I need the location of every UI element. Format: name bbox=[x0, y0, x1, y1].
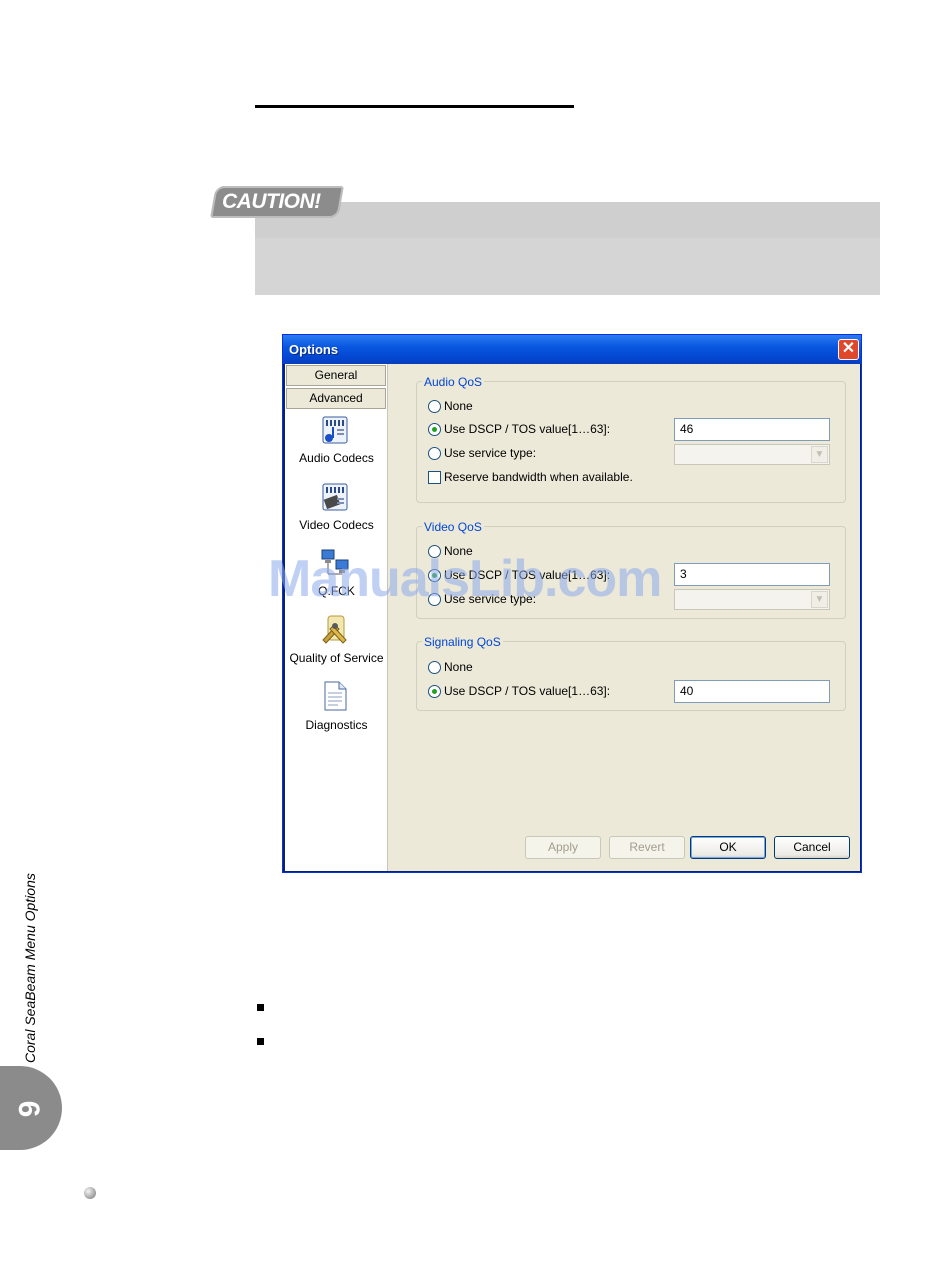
reserve-bandwidth-checkbox[interactable] bbox=[428, 471, 441, 484]
audio-service-select[interactable]: ▼ bbox=[674, 444, 830, 465]
signaling-dscp-radio[interactable] bbox=[428, 685, 441, 698]
footer-dot bbox=[84, 1187, 96, 1199]
ok-button[interactable]: OK bbox=[690, 836, 766, 859]
video-service-select[interactable]: ▼ bbox=[674, 589, 830, 610]
nav-item-video-codecs[interactable]: Video Codecs bbox=[286, 518, 387, 532]
reserve-bandwidth-label: Reserve bandwidth when available. bbox=[444, 470, 633, 484]
chapter-number: 6 bbox=[12, 1100, 45, 1118]
dialog-title: Options bbox=[289, 342, 339, 357]
signaling-none-radio[interactable] bbox=[428, 661, 441, 674]
close-icon: ✕ bbox=[841, 340, 856, 357]
audio-dscp-label: Use DSCP / TOS value[1…63]: bbox=[444, 422, 611, 436]
audio-none-radio[interactable] bbox=[428, 400, 441, 413]
nav-item-quality-of-service[interactable]: Quality of Service bbox=[286, 651, 387, 665]
chevron-down-icon: ▼ bbox=[811, 446, 828, 463]
revert-button[interactable]: Revert bbox=[609, 836, 685, 859]
tab-advanced[interactable]: Advanced bbox=[286, 388, 386, 409]
audio-qos-group bbox=[416, 381, 846, 503]
audio-none-label: None bbox=[444, 399, 473, 413]
signaling-dscp-input[interactable]: 40 bbox=[674, 680, 830, 703]
bullet-marker bbox=[257, 1004, 264, 1011]
nav-item-audio-codecs[interactable]: Audio Codecs bbox=[286, 451, 387, 465]
video-qos-title: Video QoS bbox=[422, 520, 484, 534]
bullet-marker bbox=[257, 1038, 264, 1045]
tab-general[interactable]: General bbox=[286, 365, 386, 386]
audio-service-label: Use service type: bbox=[444, 446, 537, 460]
audio-codecs-icon[interactable] bbox=[320, 415, 350, 445]
audio-dscp-input[interactable]: 46 bbox=[674, 418, 830, 441]
section-side-label: Coral SeaBeam Menu Options bbox=[22, 873, 38, 1063]
top-rule bbox=[255, 105, 574, 108]
quality-of-service-icon[interactable] bbox=[320, 614, 350, 644]
chevron-down-icon: ▼ bbox=[811, 591, 828, 608]
dialog-titlebar[interactable] bbox=[283, 335, 861, 364]
video-codecs-icon[interactable] bbox=[320, 482, 350, 512]
apply-button[interactable]: Apply bbox=[525, 836, 601, 859]
signaling-none-label: None bbox=[444, 660, 473, 674]
nav-item-diagnostics[interactable]: Diagnostics bbox=[286, 718, 387, 732]
signaling-dscp-label: Use DSCP / TOS value[1…63]: bbox=[444, 684, 611, 698]
diagnostics-icon[interactable] bbox=[320, 681, 350, 711]
audio-dscp-radio[interactable] bbox=[428, 423, 441, 436]
audio-service-radio[interactable] bbox=[428, 447, 441, 460]
cancel-button[interactable]: Cancel bbox=[774, 836, 850, 859]
audio-qos-title: Audio QoS bbox=[422, 375, 485, 389]
caution-band bbox=[255, 202, 880, 238]
close-button[interactable]: ✕ bbox=[838, 339, 859, 360]
caution-label: CAUTION! bbox=[222, 190, 321, 213]
video-dscp-input[interactable]: 3 bbox=[674, 563, 830, 586]
watermark: ManualsLib.com bbox=[268, 550, 662, 608]
signaling-qos-title: Signaling QoS bbox=[422, 635, 503, 649]
